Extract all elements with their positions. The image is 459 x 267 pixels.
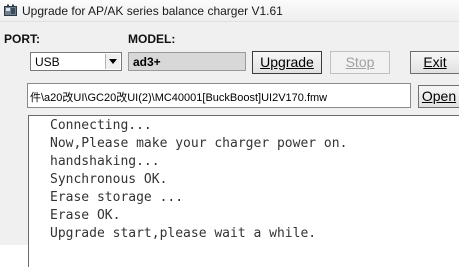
log-line: Erase storage ...: [50, 190, 184, 205]
charger-app-icon: [4, 4, 17, 17]
stop-button[interactable]: Stop: [330, 51, 390, 74]
firmware-path-value: 件\a20改UI\GC20改UI(2)\MC40001[BuckBoost]UI…: [30, 92, 328, 104]
log-line: Synchronous OK.: [50, 172, 168, 187]
exit-button[interactable]: Exit: [410, 51, 459, 74]
log-line: Upgrade start,please wait a while.: [50, 226, 317, 241]
port-select[interactable]: USB: [30, 52, 122, 71]
title-bar: Upgrade for AP/AK series balance charger…: [0, 0, 459, 22]
open-button[interactable]: Open: [418, 85, 459, 108]
model-field: ad3+: [128, 52, 246, 71]
port-dropdown-button[interactable]: [105, 54, 120, 69]
chevron-down-icon: [109, 59, 117, 64]
model-label: MODEL:: [128, 32, 176, 46]
upgrade-button[interactable]: Upgrade: [252, 51, 322, 74]
log-line: Now,Please make your charger power on.: [50, 136, 348, 151]
window-title: Upgrade for AP/AK series balance charger…: [22, 4, 283, 18]
model-field-value: ad3+: [133, 55, 161, 69]
main-panel: PORT: MODEL: USB ad3+ Upgrade Stop Exit …: [0, 22, 459, 267]
log-output[interactable]: Connecting... Now,Please make your charg…: [28, 115, 459, 267]
port-select-value: USB: [35, 55, 60, 69]
port-label: PORT:: [4, 32, 40, 46]
firmware-path-field[interactable]: 件\a20改UI\GC20改UI(2)\MC40001[BuckBoost]UI…: [27, 83, 411, 108]
log-line: Connecting...: [50, 118, 152, 133]
log-line: handshaking...: [50, 154, 160, 169]
log-line: Erase OK.: [50, 208, 121, 223]
